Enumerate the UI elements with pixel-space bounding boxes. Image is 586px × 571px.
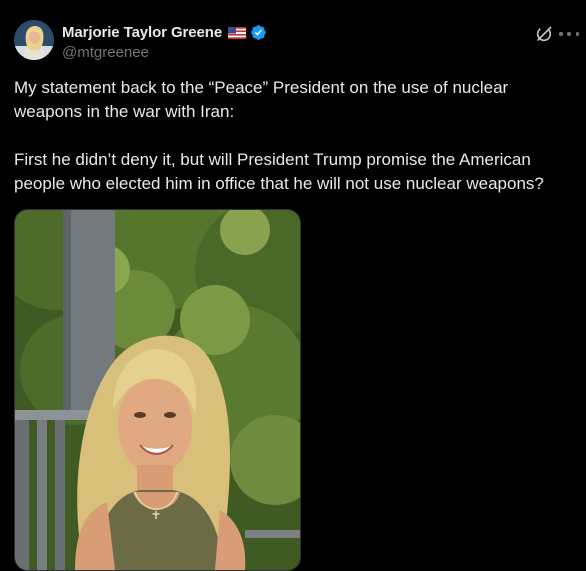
- post-video[interactable]: [14, 209, 301, 571]
- avatar-image: [14, 20, 54, 60]
- post-text: My statement back to the “Peace” Preside…: [14, 76, 574, 196]
- avatar[interactable]: [14, 20, 54, 60]
- display-name[interactable]: Marjorie Taylor Greene: [62, 24, 222, 41]
- more-dot-icon: [559, 32, 563, 36]
- tweet: Marjorie Taylor Greene @mtgreenee My sta…: [0, 0, 586, 571]
- verified-badge-icon[interactable]: [250, 24, 267, 41]
- handle[interactable]: @mtgreenee: [62, 44, 267, 61]
- video-frame: [15, 210, 300, 570]
- grok-icon[interactable]: [535, 25, 553, 43]
- post-paragraph: First he didn’t deny it, but will Presid…: [14, 150, 544, 193]
- post-header: Marjorie Taylor Greene @mtgreenee: [62, 22, 267, 61]
- name-row: Marjorie Taylor Greene: [62, 22, 267, 42]
- more-options-icon[interactable]: [559, 25, 579, 43]
- post-paragraph: My statement back to the “Peace” Preside…: [14, 78, 509, 121]
- more-dot-icon: [567, 32, 571, 36]
- us-flag-icon: [228, 26, 247, 39]
- more-dot-icon: [575, 32, 579, 36]
